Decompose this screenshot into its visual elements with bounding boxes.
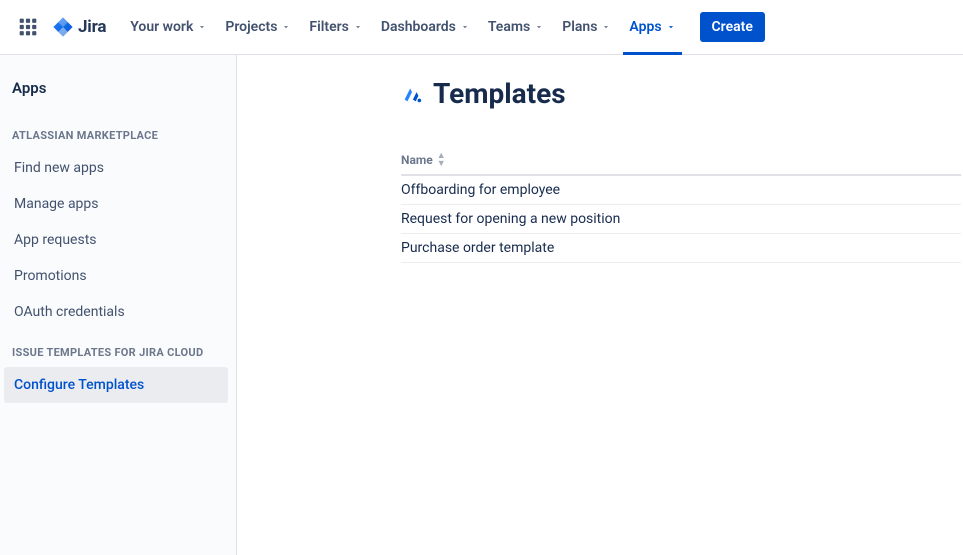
chevron-down-icon [197,22,207,32]
sidebar-item-manage-apps[interactable]: Manage apps [4,186,228,222]
jira-logo-text: Jira [78,17,106,37]
column-header-name[interactable]: Name ▲▼ [401,152,961,176]
nav-apps[interactable]: Apps [621,0,683,54]
nav-dashboards[interactable]: Dashboards [373,0,478,54]
table-row[interactable]: Offboarding for employee [401,176,961,205]
top-navigation: Jira Your work Projects Filters Dashboar… [0,0,963,55]
nav-filters[interactable]: Filters [301,0,370,54]
sidebar-item-label: Manage apps [14,196,99,212]
chevron-down-icon [353,22,363,32]
nav-projects[interactable]: Projects [217,0,299,54]
nav-label: Apps [629,19,661,35]
nav-label: Teams [488,19,530,35]
app-switcher-icon [18,17,38,37]
sidebar-item-label: OAuth credentials [14,304,125,320]
sidebar-item-promotions[interactable]: Promotions [4,258,228,294]
create-button-label: Create [712,19,753,35]
page-title: Templates [433,77,566,110]
template-name: Offboarding for employee [401,182,560,198]
nav-items: Your work Projects Filters Dashboards Te… [122,0,683,54]
table-row[interactable]: Purchase order template [401,234,961,263]
sidebar-title: Apps [12,79,228,113]
sidebar: Apps ATLASSIAN MARKETPLACE Find new apps… [0,55,237,555]
sidebar-item-label: Promotions [14,268,87,284]
nav-label: Dashboards [381,19,456,35]
sidebar-item-label: Configure Templates [14,377,144,393]
templates-table: Name ▲▼ Offboarding for employee Request… [401,152,961,263]
chevron-down-icon [534,22,544,32]
chevron-down-icon [460,22,470,32]
sort-icon: ▲▼ [437,152,446,168]
app-switcher-button[interactable] [12,11,44,43]
table-row[interactable]: Request for opening a new position [401,205,961,234]
sidebar-item-oauth-credentials[interactable]: OAuth credentials [4,294,228,330]
sidebar-item-label: App requests [14,232,97,248]
chevron-down-icon [601,22,611,32]
sidebar-item-find-new-apps[interactable]: Find new apps [4,150,228,186]
chevron-down-icon [666,22,676,32]
nav-label: Plans [562,19,597,35]
sidebar-item-app-requests[interactable]: App requests [4,222,228,258]
page-heading: Templates [401,77,963,110]
nav-your-work[interactable]: Your work [122,0,215,54]
create-button[interactable]: Create [700,12,765,42]
column-header-label: Name [401,153,433,167]
chevron-down-icon [281,22,291,32]
jira-logo[interactable]: Jira [52,16,106,38]
template-name: Request for opening a new position [401,211,620,227]
nav-label: Filters [309,19,348,35]
sidebar-section-issue-templates: ISSUE TEMPLATES FOR JIRA CLOUD [12,330,228,367]
templates-app-icon [401,83,423,105]
sidebar-item-label: Find new apps [14,160,104,176]
nav-label: Your work [130,19,193,35]
sidebar-item-configure-templates[interactable]: Configure Templates [4,367,228,403]
nav-teams[interactable]: Teams [480,0,552,54]
jira-logo-icon [52,16,74,38]
nav-plans[interactable]: Plans [554,0,619,54]
nav-label: Projects [225,19,277,35]
main-content: Templates Name ▲▼ Offboarding for employ… [237,55,963,555]
sidebar-section-marketplace: ATLASSIAN MARKETPLACE [12,113,228,150]
template-name: Purchase order template [401,240,554,256]
